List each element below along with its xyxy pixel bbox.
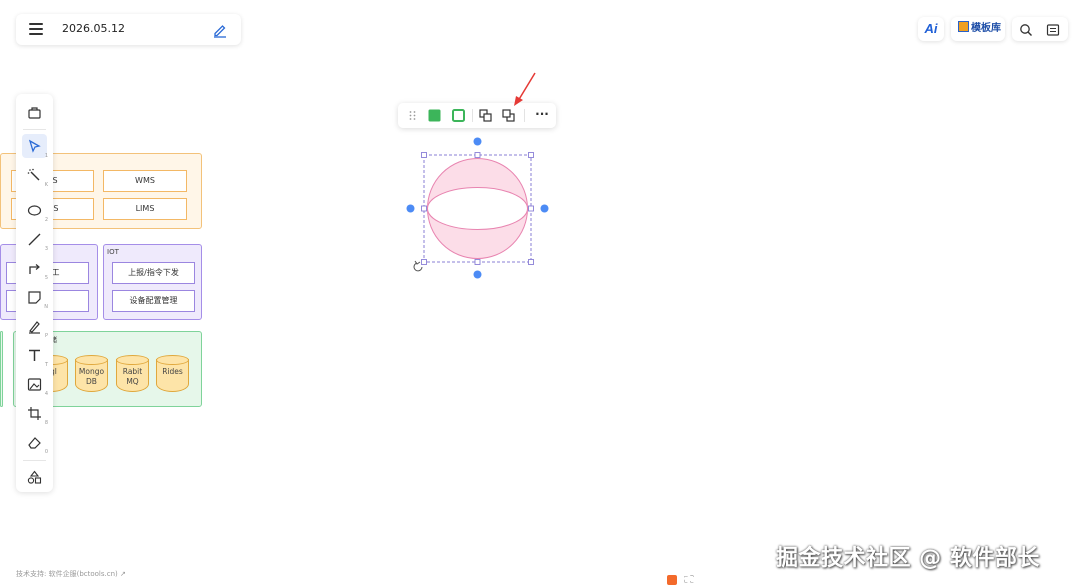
- database-cylinder[interactable]: Mongo DB: [75, 355, 108, 395]
- selected-sphere-shape[interactable]: [400, 133, 560, 283]
- tool-sticky-note[interactable]: N: [22, 285, 48, 310]
- sticky-note-icon: [28, 291, 41, 304]
- expand-corners-icon[interactable]: ⌐ ¬ ∟ ⌙: [684, 575, 694, 585]
- bring-forward-icon[interactable]: [478, 108, 493, 123]
- tool-ellipse[interactable]: 2: [22, 198, 48, 223]
- menu-icon[interactable]: [29, 23, 43, 35]
- connector-icon: [29, 264, 40, 274]
- right-tools-group: [1012, 17, 1068, 41]
- module-cell[interactable]: WMS: [103, 170, 187, 192]
- tool-shapes[interactable]: [22, 465, 47, 489]
- tool-crop-frame[interactable]: 8: [22, 401, 48, 426]
- image-icon: [27, 378, 42, 391]
- crop-frame-icon: [28, 407, 41, 420]
- document-header: 2026.05.12: [16, 14, 241, 45]
- tool-frame-lock[interactable]: [22, 100, 47, 124]
- module-cell[interactable]: LIMS: [103, 198, 187, 220]
- stroke-color-button[interactable]: [451, 108, 466, 123]
- tool-select[interactable]: 1: [22, 134, 48, 159]
- tech-support-link[interactable]: 技术支持: 软件企服(bctools.cn) ↗: [16, 569, 126, 579]
- iot-module-frame[interactable]: IOT 上报/指令下发 设备配置管理: [103, 244, 202, 320]
- line-icon: [28, 233, 41, 246]
- eraser-icon: [28, 437, 41, 449]
- tool-connector[interactable]: 5: [22, 256, 48, 281]
- database-cylinder[interactable]: Rabit MQ: [116, 355, 149, 395]
- database-cylinder[interactable]: Rides: [156, 355, 189, 395]
- tool-eraser[interactable]: 0: [22, 430, 48, 455]
- ellipse-icon: [27, 205, 42, 216]
- annotation-arrow-icon: [514, 72, 536, 106]
- template-library-label: 模板库: [971, 23, 1001, 34]
- edit-pencil-icon[interactable]: [212, 22, 228, 38]
- select-cursor-icon: [28, 139, 41, 153]
- document-title[interactable]: 2026.05.12: [62, 22, 125, 35]
- tool-pen[interactable]: P: [22, 314, 48, 339]
- template-library-button[interactable]: 模板库: [951, 17, 1005, 41]
- tool-text[interactable]: T: [22, 343, 48, 368]
- search-icon[interactable]: [1019, 22, 1033, 36]
- pen-icon: [29, 321, 40, 334]
- frame-lock-icon: [28, 107, 41, 119]
- watermark-text: 掘金技术社区 @ 软件部长: [776, 546, 1040, 571]
- tool-line[interactable]: 3: [22, 227, 48, 252]
- shapes-icon: [27, 470, 42, 484]
- html5-badge-icon[interactable]: [667, 575, 677, 585]
- template-icon: [958, 21, 969, 32]
- drag-handle-icon[interactable]: [405, 108, 420, 123]
- green-frame-edge: [0, 331, 3, 407]
- left-tool-palette: 1 K 2 3 5 N P T 4 8 0: [16, 94, 53, 492]
- ai-button[interactable]: Ai: [918, 17, 944, 41]
- tool-magic-wand[interactable]: K: [22, 163, 48, 188]
- magic-wand-icon: [27, 168, 40, 181]
- module-cell[interactable]: 上报/指令下发: [112, 262, 195, 284]
- iot-frame-label: IOT: [107, 248, 119, 256]
- tool-image[interactable]: 4: [22, 372, 48, 397]
- outline-panel-icon[interactable]: [1046, 22, 1060, 36]
- module-cell[interactable]: 设备配置管理: [112, 290, 195, 312]
- send-backward-icon[interactable]: [501, 108, 516, 123]
- text-icon: [29, 349, 40, 361]
- fill-color-button[interactable]: [427, 108, 442, 123]
